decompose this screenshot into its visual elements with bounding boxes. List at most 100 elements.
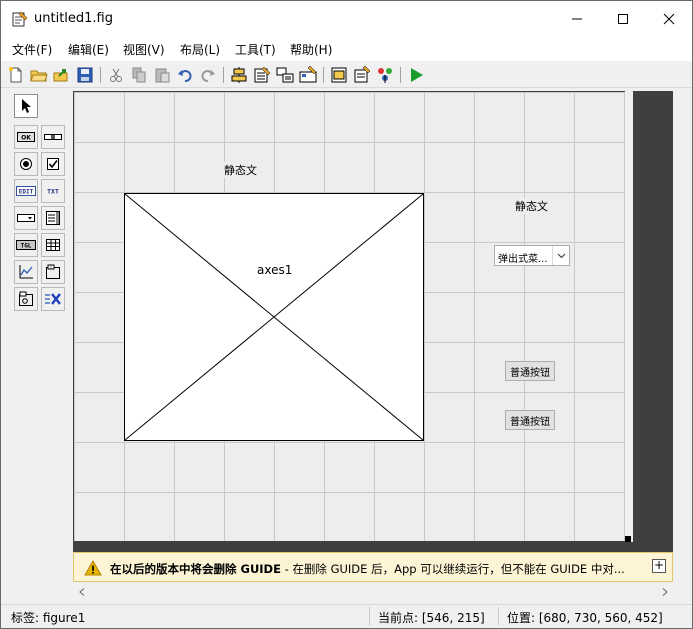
fig-file-icon <box>12 11 28 27</box>
paste-icon[interactable] <box>153 66 171 84</box>
static-text-icon: TXT <box>47 188 59 196</box>
canvas-edge <box>625 91 633 542</box>
object-browser-icon[interactable] <box>376 66 394 84</box>
expand-warning-button[interactable]: + <box>652 559 666 573</box>
palette-axes[interactable] <box>14 260 38 284</box>
deprecation-warning-bar: 在以后的版本中将会删除 GUIDE - 在删除 GUIDE 后，App 可以继续… <box>73 552 673 582</box>
palette-edit-text[interactable]: EDIT <box>14 179 38 203</box>
warning-icon <box>84 560 102 576</box>
radio-button-icon <box>20 158 32 170</box>
resize-handle[interactable] <box>625 536 631 542</box>
warning-message: 在以后的版本中将会删除 GUIDE - 在删除 GUIDE 后，App 可以继续… <box>110 562 625 576</box>
property-inspector-icon[interactable] <box>353 66 371 84</box>
save-icon[interactable] <box>76 66 94 84</box>
toolbar-separator <box>223 67 224 83</box>
axes-icon <box>19 265 33 279</box>
push-button-1[interactable]: 普通按钮 <box>505 361 555 381</box>
status-divider <box>498 607 499 625</box>
popup-menu-text: 弹出式菜... <box>498 254 548 265</box>
undo-icon[interactable] <box>176 66 194 84</box>
palette-select-button[interactable] <box>14 94 38 118</box>
palette-checkbox[interactable] <box>41 152 65 176</box>
toolbar-separator <box>323 67 324 83</box>
redo-icon[interactable] <box>199 66 217 84</box>
copy-icon[interactable] <box>130 66 148 84</box>
horizontal-scrollbar[interactable] <box>73 583 673 600</box>
edit-text-icon: EDIT <box>16 186 36 196</box>
static-text-2[interactable]: 静态文 <box>515 198 548 214</box>
menu-editor-icon[interactable] <box>253 66 271 84</box>
toolbar <box>1 62 692 88</box>
static-text-1[interactable]: 静态文 <box>224 162 257 178</box>
new-icon[interactable] <box>7 66 25 84</box>
axes-label: axes1 <box>257 263 293 277</box>
menu-edit[interactable]: 编辑(E) <box>68 41 109 58</box>
status-current-point: 当前点: [546, 215] <box>378 611 485 625</box>
cut-icon[interactable] <box>107 66 125 84</box>
guide-window: untitled1.fig 文件(F) 编辑(E) 视图(V) 布局(L) 工具… <box>0 0 693 629</box>
align-icon[interactable] <box>230 66 248 84</box>
minimize-button[interactable] <box>554 1 600 37</box>
svg-text:EDIT: EDIT <box>19 189 34 196</box>
svg-text:TXT: TXT <box>47 188 59 196</box>
axes1[interactable]: axes1 <box>124 193 424 441</box>
palette-table[interactable] <box>41 233 65 257</box>
close-icon <box>663 13 675 25</box>
palette-activex[interactable] <box>41 287 65 311</box>
window-title: untitled1.fig <box>34 11 113 26</box>
scroll-left-icon[interactable] <box>73 583 90 600</box>
palette-static-text[interactable]: TXT <box>41 179 65 203</box>
menu-file[interactable]: 文件(F) <box>12 41 52 58</box>
push-button-2[interactable]: 普通按钮 <box>505 410 555 430</box>
export-icon[interactable] <box>53 66 71 84</box>
scroll-right-icon[interactable] <box>656 583 673 600</box>
minimize-icon <box>572 18 582 20</box>
status-divider <box>369 607 370 625</box>
status-tag: 标签: figure1 <box>11 611 86 625</box>
chevron-down-icon <box>552 246 569 265</box>
palette-panel[interactable]: T <box>41 260 65 284</box>
palette-toggle-button[interactable]: TGL <box>14 233 38 257</box>
palette-push-button[interactable]: OK <box>14 125 38 149</box>
menu-tools[interactable]: 工具(T) <box>235 41 276 58</box>
toolbar-separator <box>400 67 401 83</box>
status-position: 位置: [680, 730, 560, 452] <box>507 611 663 625</box>
slider-icon <box>44 134 62 140</box>
layout-grid[interactable]: 静态文 axes1 静态文 弹出式菜... 普通按钮 普通按钮 <box>74 92 625 541</box>
menu-view[interactable]: 视图(V) <box>123 41 165 58</box>
open-icon[interactable] <box>30 66 48 84</box>
activex-icon <box>45 293 61 305</box>
checkbox-icon <box>47 158 59 170</box>
status-bar: 标签: figure1 当前点: [546, 215] 位置: [680, 73… <box>1 604 692 628</box>
maximize-button[interactable] <box>600 1 646 37</box>
editor-icon[interactable] <box>330 66 348 84</box>
component-palette: OK EDIT TXT TGL T <box>1 89 73 544</box>
panel-icon: T <box>46 264 60 279</box>
tab-order-icon[interactable] <box>276 66 294 84</box>
palette-button-group[interactable] <box>14 287 38 311</box>
run-icon[interactable] <box>407 66 425 84</box>
svg-text:TGL: TGL <box>21 243 32 250</box>
svg-text:T: T <box>49 265 53 270</box>
table-icon <box>46 239 60 251</box>
maximize-icon <box>618 14 628 24</box>
button-group-icon <box>19 291 33 306</box>
toolbar-separator <box>100 67 101 83</box>
palette-radio-button[interactable] <box>14 152 38 176</box>
menu-layout[interactable]: 布局(L) <box>180 41 220 58</box>
toggle-button-icon: TGL <box>16 240 36 250</box>
popup-menu-icon <box>17 214 35 222</box>
title-bar: untitled1.fig <box>1 1 692 37</box>
layout-canvas-area: 静态文 axes1 静态文 弹出式菜... 普通按钮 普通按钮 <box>73 91 673 554</box>
palette-slider[interactable] <box>41 125 65 149</box>
toolbar-editor-icon[interactable] <box>299 66 317 84</box>
palette-listbox[interactable] <box>41 206 65 230</box>
close-button[interactable] <box>646 1 692 37</box>
palette-popup-menu[interactable] <box>14 206 38 230</box>
select-arrow-icon <box>22 99 31 113</box>
axes-placeholder-cross <box>125 194 423 440</box>
push-button-icon: OK <box>17 132 35 142</box>
popup-menu[interactable]: 弹出式菜... <box>494 245 570 266</box>
menu-help[interactable]: 帮助(H) <box>290 41 332 58</box>
listbox-icon <box>46 211 60 225</box>
